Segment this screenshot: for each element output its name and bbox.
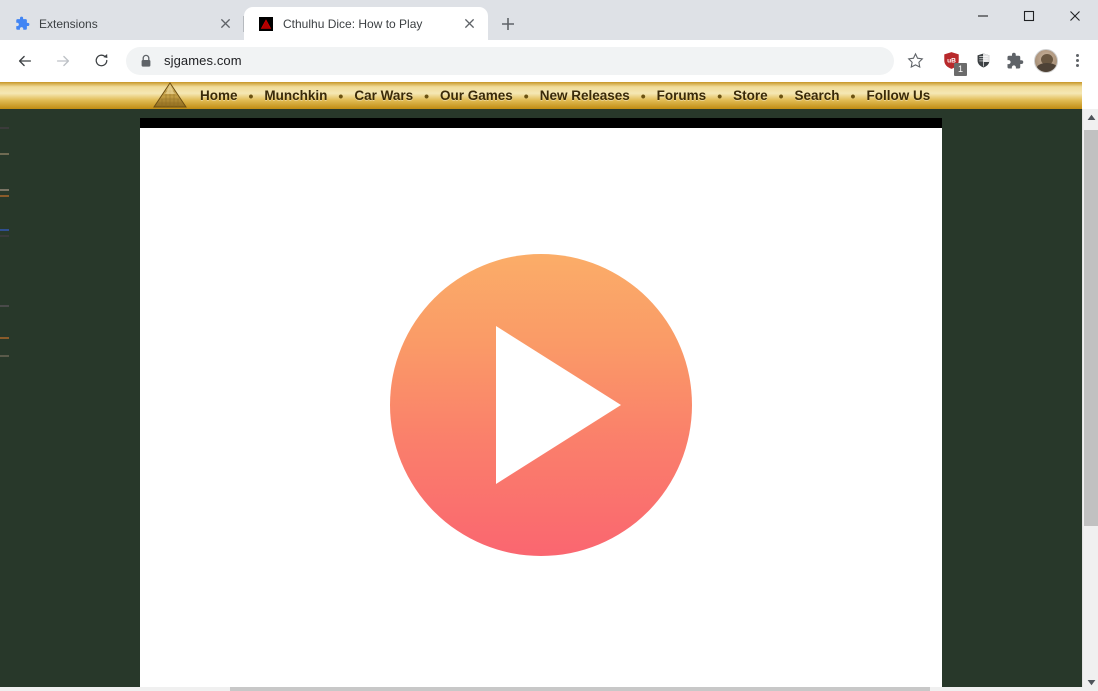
browser-toolbar: sjgames.com uB 1: [0, 40, 1098, 82]
sitenav-separator: •: [424, 87, 430, 104]
chrome-menu-button[interactable]: [1064, 48, 1090, 74]
minimize-button[interactable]: [960, 0, 1006, 32]
horizontal-scrollbar-thumb[interactable]: [230, 687, 930, 691]
vertical-scrollbar-thumb[interactable]: [1084, 130, 1098, 526]
page-content-area: [0, 109, 1082, 691]
avatar[interactable]: [1034, 48, 1058, 73]
privacy-badger-icon[interactable]: [970, 48, 996, 74]
lock-icon: [138, 54, 154, 68]
address-bar[interactable]: sjgames.com: [126, 46, 894, 75]
window-controls: [960, 0, 1098, 32]
sitenav-separator: •: [717, 87, 723, 104]
url-text: sjgames.com: [164, 53, 242, 68]
sitenav-separator: •: [850, 87, 856, 104]
tab-title: Cthulhu Dice: How to Play: [283, 16, 423, 31]
horizontal-scrollbar[interactable]: [0, 687, 1082, 691]
extensions-puzzle-icon[interactable]: [1002, 48, 1028, 74]
scrollbar-corner: [1082, 687, 1098, 691]
sitenav-separator: •: [523, 87, 529, 104]
forward-button[interactable]: [48, 46, 78, 76]
tab-title: Extensions: [39, 16, 98, 31]
star-icon[interactable]: [902, 48, 928, 74]
pyramid-logo[interactable]: [152, 82, 188, 109]
tab-extensions[interactable]: Extensions: [0, 7, 244, 40]
sitenav-item-our-games[interactable]: Our Games: [440, 88, 513, 103]
webpage-document: [140, 118, 942, 691]
sitenav-item-forums[interactable]: Forums: [657, 88, 707, 103]
sitenav-item-munchkin[interactable]: Munchkin: [264, 88, 327, 103]
sitenav-item-home[interactable]: Home: [200, 88, 238, 103]
sjgames-triangle-icon: [258, 16, 274, 32]
tab-strip: Extensions Cthulhu Dice: How to Play: [0, 7, 522, 40]
video-embed-container: [140, 128, 942, 691]
vertical-scrollbar[interactable]: [1082, 109, 1098, 691]
sitenav-separator: •: [778, 87, 784, 104]
tab-close-button[interactable]: [216, 15, 234, 33]
ublock-origin-icon[interactable]: uB 1: [938, 48, 967, 76]
scroll-up-arrow[interactable]: [1083, 109, 1098, 126]
tab-close-button[interactable]: [460, 15, 478, 33]
title-bar: Extensions Cthulhu Dice: How to Play: [0, 0, 1098, 40]
back-button[interactable]: [10, 46, 40, 76]
sitenav-separator: •: [338, 87, 344, 104]
sitenav-item-search[interactable]: Search: [795, 88, 840, 103]
sitenav-item-follow-us[interactable]: Follow Us: [866, 88, 930, 103]
site-navigation-bar: Home • Munchkin • Car Wars • Our Games •…: [0, 82, 1082, 109]
play-triangle-icon: [495, 325, 621, 484]
tab-cthulhu-dice[interactable]: Cthulhu Dice: How to Play: [244, 7, 488, 40]
reload-button[interactable]: [86, 46, 116, 76]
ublock-badge-count: 1: [954, 62, 967, 76]
page-top-black-bar: [140, 118, 942, 128]
sitenav-item-new-releases[interactable]: New Releases: [540, 88, 630, 103]
close-button[interactable]: [1052, 0, 1098, 32]
browser-window: Extensions Cthulhu Dice: How to Play sjg…: [0, 0, 1098, 691]
page-left-edge-sliver: [0, 109, 9, 691]
sitenav-separator: •: [248, 87, 254, 104]
puzzle-icon: [14, 16, 30, 32]
sitenav-item-store[interactable]: Store: [733, 88, 768, 103]
sitenav-item-car-wars[interactable]: Car Wars: [354, 88, 413, 103]
new-tab-button[interactable]: [494, 10, 522, 38]
sitenav-separator: •: [640, 87, 646, 104]
video-play-button[interactable]: [390, 253, 692, 556]
maximize-button[interactable]: [1006, 0, 1052, 32]
